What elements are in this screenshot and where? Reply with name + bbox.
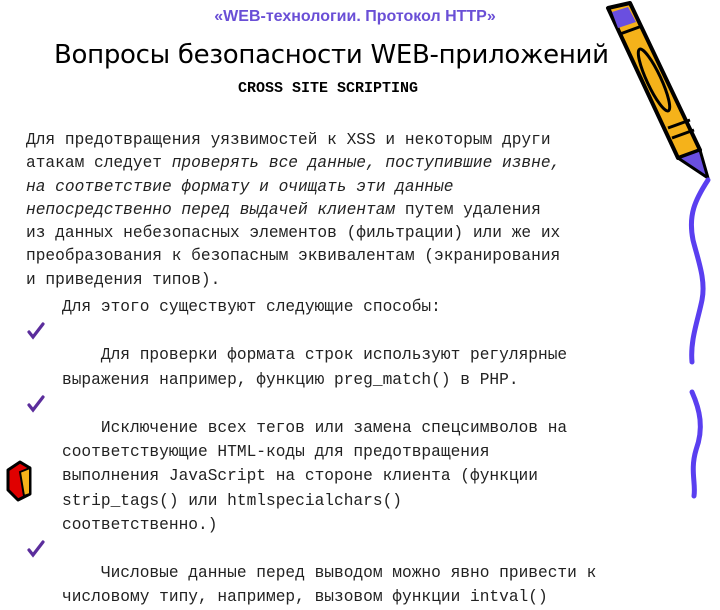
list-item-line: Исключение всех тегов или замена спецсим… [100, 419, 568, 438]
squiggle-line [688, 177, 711, 365]
squiggle-line [689, 389, 703, 499]
pencil-eraser-icon [6, 460, 32, 502]
slide-title: Вопросы безопасности WEB-приложений [54, 40, 609, 70]
list-item-line: Для проверки формата строк используют ре… [100, 346, 568, 365]
list-item-line: Числовые данные перед выводом можно явно… [100, 564, 597, 583]
slide-subtitle: CROSS SITE SCRIPTING [238, 80, 419, 97]
list-item-line: соответственно.) [62, 515, 218, 534]
pencil-body [606, 1, 710, 180]
list-item-line: числовому типу, например, вызовом функци… [62, 588, 548, 607]
para-emphasis: на соответствие формату и очищать эти да… [26, 177, 454, 196]
list-item-line: выражения например, функцию preg_match()… [62, 370, 519, 389]
pencil-icon [606, 1, 711, 499]
para-line: атакам следует [26, 154, 172, 173]
checkmark-icon [27, 395, 45, 413]
para-line: путем удаления [395, 200, 541, 219]
list-item-line: соответствующие HTML-коды для предотвращ… [62, 443, 490, 462]
para-line: Для предотвращения уязвимостей к XSS и н… [26, 131, 551, 149]
checkmark-icon [27, 322, 45, 340]
para-line: и приведения типов). [26, 270, 221, 289]
course-title: «WEB-технологии. Протокол HTTP» [214, 8, 496, 25]
checkmark-icon [27, 540, 45, 558]
para-emphasis: проверять все данные, поступившие извне, [171, 154, 561, 173]
para-emphasis: непосредственно перед выдачей клиентам [26, 200, 396, 219]
list-item: Числовые данные перед выводом можно явно… [26, 537, 706, 610]
para-line: из данных небезопасных элементов (фильтр… [26, 224, 561, 243]
list-item-line: strip_tags() или htmlspecialchars() [62, 491, 402, 510]
list-item-line: выполнения JavaScript на стороне клиента… [62, 467, 538, 486]
para-line: преобразования к безопасным эквивалентам… [26, 247, 561, 266]
